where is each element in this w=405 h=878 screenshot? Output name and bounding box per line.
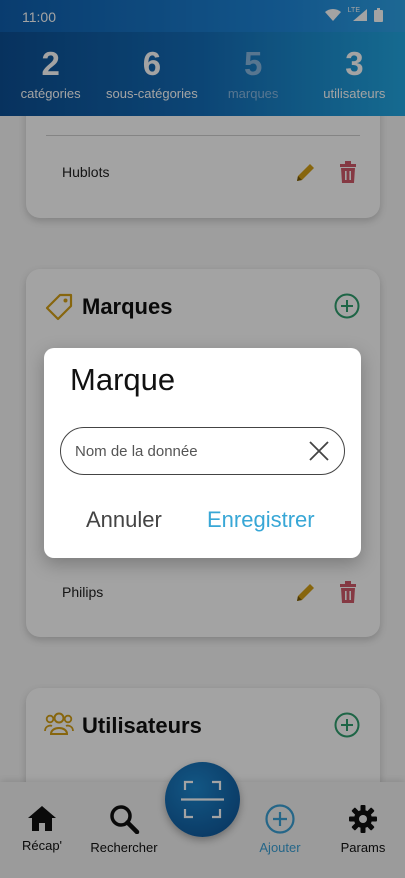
name-field[interactable] — [60, 427, 345, 475]
cancel-button[interactable]: Annuler — [86, 507, 162, 533]
name-input[interactable] — [75, 440, 295, 462]
brand-dialog: Marque Annuler Enregistrer — [44, 348, 361, 558]
clear-icon[interactable] — [308, 440, 330, 462]
dialog-title: Marque — [70, 362, 176, 397]
save-button[interactable]: Enregistrer — [207, 507, 315, 533]
